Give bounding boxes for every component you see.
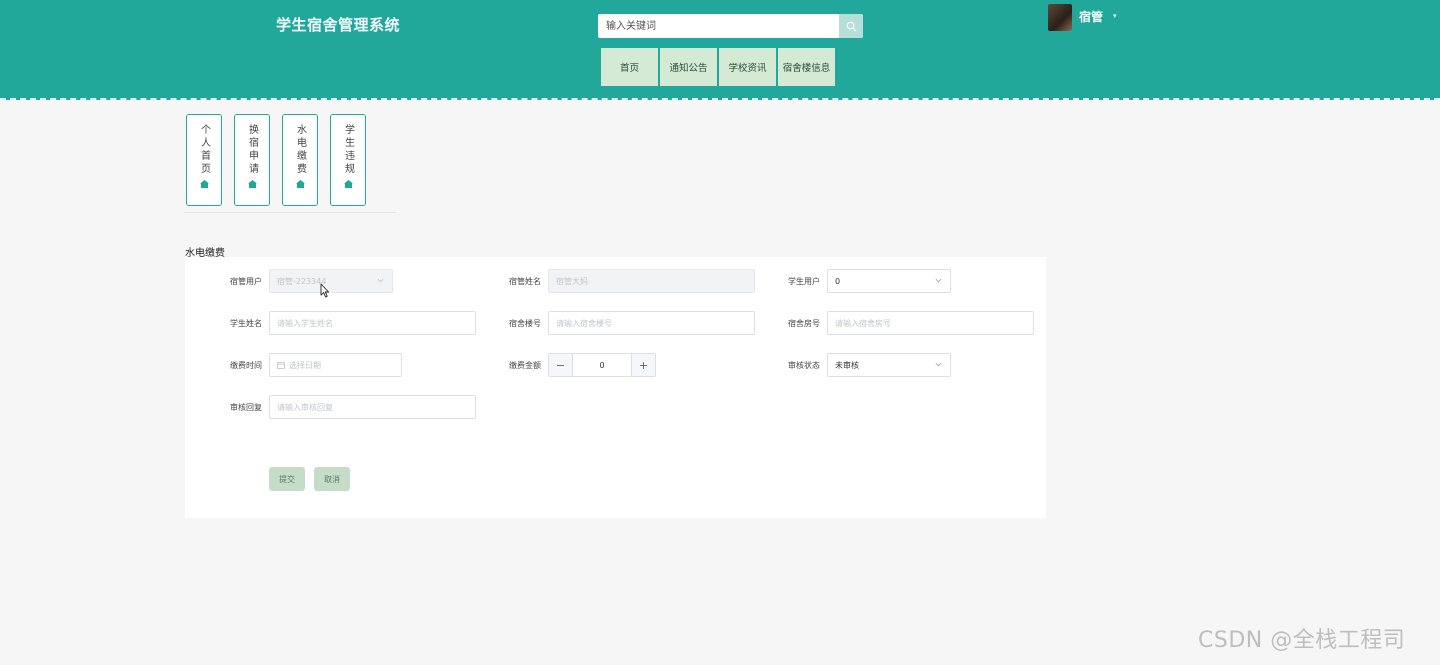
menu-item-label: 换宿申请 (246, 124, 258, 176)
student-name-input[interactable]: 请输入学生姓名 (269, 311, 476, 335)
menu-item-label: 水电缴费 (294, 124, 306, 176)
top-header: 学生宿舍管理系统 首页 通知公告 学校资讯 宿舍楼信息 宿管 ▾ (0, 0, 1440, 100)
home-icon (199, 180, 209, 188)
center-menu: 个人首页 换宿申请 水电缴费 学生违规 (186, 114, 366, 206)
pay-time-picker[interactable]: 选择日期 (269, 353, 402, 377)
student-user-label: 学生用户 (788, 277, 820, 286)
dorm-name-label: 宿管姓名 (509, 277, 541, 286)
search-box (598, 14, 863, 38)
search-input[interactable] (598, 14, 838, 38)
pay-time-label: 缴费时间 (230, 361, 262, 370)
building-no-input[interactable]: 请输入宿舍楼号 (548, 311, 755, 335)
decrement-button[interactable]: − (549, 354, 573, 376)
review-status-value: 未审核 (835, 360, 859, 370)
review-reply-input[interactable]: 请输入审核回复 (269, 395, 476, 419)
menu-item-label: 学生违规 (342, 124, 354, 176)
submit-button[interactable]: 提交 (269, 467, 305, 491)
nav-home[interactable]: 首页 (601, 48, 658, 86)
nav-school-news[interactable]: 学校资讯 (719, 48, 776, 86)
building-no-label: 宿舍楼号 (509, 319, 541, 328)
review-status-select[interactable]: 未审核 (827, 353, 951, 377)
review-reply-placeholder: 请输入审核回复 (277, 402, 333, 412)
divider (184, 212, 396, 213)
student-user-value: 0 (835, 276, 841, 286)
pay-amount-label: 缴费金额 (509, 361, 541, 370)
app-title: 学生宿舍管理系统 (276, 16, 401, 34)
chevron-down-icon (935, 278, 942, 283)
room-no-input[interactable]: 请输入宿舍房号 (827, 311, 1034, 335)
menu-item-label: 个人首页 (198, 124, 210, 176)
home-icon (247, 180, 257, 188)
user-menu[interactable]: 宿管 ▾ (1048, 4, 1117, 31)
pay-time-placeholder: 选择日期 (289, 360, 321, 370)
pay-amount-stepper: − 0 + (548, 353, 656, 377)
increment-button[interactable]: + (631, 354, 655, 376)
main-nav: 首页 通知公告 学校资讯 宿舍楼信息 (601, 48, 835, 86)
room-no-placeholder: 请输入宿舍房号 (835, 318, 891, 328)
menu-item-profile[interactable]: 个人首页 (186, 114, 222, 206)
home-icon (343, 180, 353, 188)
nav-notices[interactable]: 通知公告 (660, 48, 717, 86)
cancel-button[interactable]: 取消 (314, 467, 350, 491)
pay-amount-value[interactable]: 0 (573, 354, 631, 376)
chevron-down-icon[interactable]: ▾ (1113, 12, 1117, 20)
room-no-label: 宿舍房号 (788, 319, 820, 328)
watermark: CSDN @全栈工程司 (1198, 628, 1406, 653)
dorm-name-field: 宿管大妈 (548, 269, 755, 293)
avatar[interactable] (1048, 4, 1072, 31)
building-no-placeholder: 请输入宿舍楼号 (556, 318, 612, 328)
nav-dorm-buildings[interactable]: 宿舍楼信息 (778, 48, 835, 86)
menu-item-utility-payment[interactable]: 水电缴费 (282, 114, 318, 206)
review-reply-label: 审核回复 (230, 403, 262, 412)
student-name-label: 学生姓名 (230, 319, 262, 328)
review-status-label: 审核状态 (788, 361, 820, 370)
payment-form: 宿管用户 宿管-223344 宿管姓名 宿管大妈 学生用户 0 学生姓名 请输入… (185, 257, 1046, 518)
student-name-placeholder: 请输入学生姓名 (277, 318, 333, 328)
chevron-down-icon (377, 278, 384, 283)
dorm-user-select: 宿管-223344 (269, 269, 393, 293)
search-button[interactable] (839, 14, 863, 38)
search-icon (846, 21, 856, 31)
dorm-user-label: 宿管用户 (230, 277, 262, 286)
user-name[interactable]: 宿管 (1079, 8, 1103, 25)
calendar-icon (277, 362, 285, 369)
mouse-cursor-icon (320, 283, 330, 298)
home-icon (295, 180, 305, 188)
chevron-down-icon (935, 362, 942, 367)
menu-item-student-violations[interactable]: 学生违规 (330, 114, 366, 206)
dorm-name-value: 宿管大妈 (556, 276, 588, 286)
menu-item-room-change[interactable]: 换宿申请 (234, 114, 270, 206)
student-user-select[interactable]: 0 (827, 269, 951, 293)
